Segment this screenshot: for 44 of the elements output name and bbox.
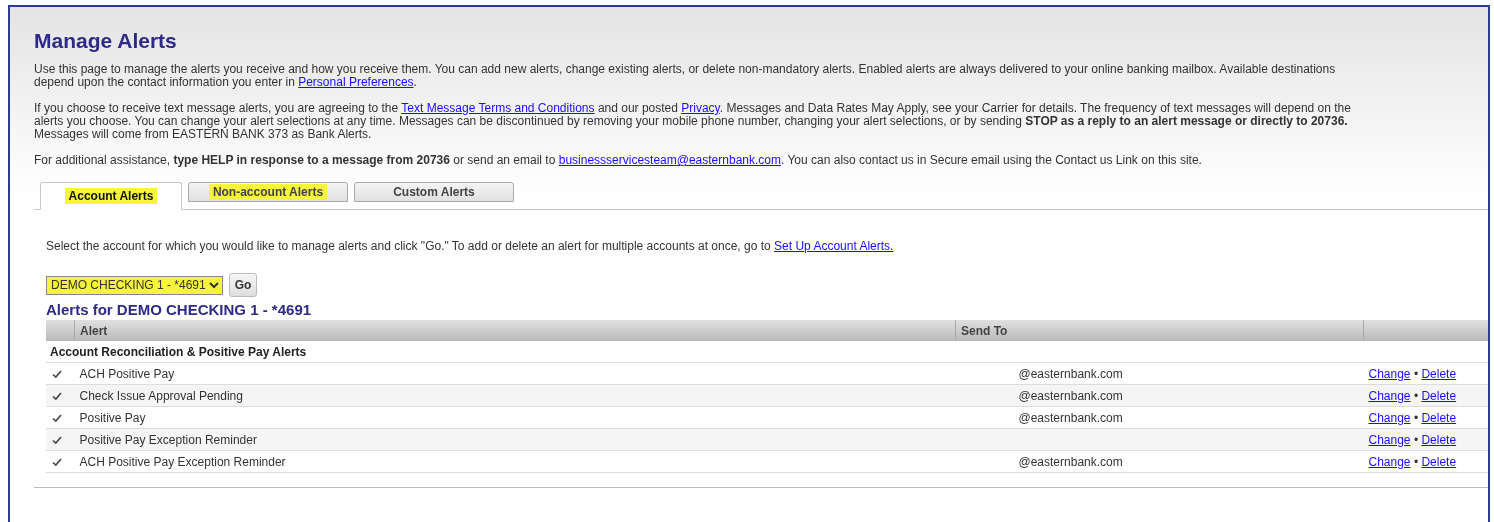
group-label: Account Reconciliation & Positive Pay Alerts <box>46 341 1488 363</box>
table-cell: Positive Pay Exception Reminder <box>74 428 956 451</box>
go-button[interactable]: Go <box>229 273 257 297</box>
column-header: Send To <box>955 320 1364 341</box>
text-link[interactable]: Privacy <box>681 101 720 115</box>
table-cell-text: @easternbank.com <box>1017 410 1123 425</box>
text-link[interactable]: Text Message Terms and Conditions <box>401 101 595 115</box>
table-cell-text: @easternbank.com <box>1017 366 1123 381</box>
table-cell-text: @easternbank.com <box>1017 388 1123 403</box>
intro-paragraph: If you choose to receive text message alerts, you are agreeing to the Text Message Terms and Conditions and our posted Privacy. Messages and Data Rates May Apply, see your Carrier for details. The frequency of text messages will depend on the alerts you choose. You can change your alert selections at any time. Messages can be discontinued by removing your mobile phone number, changing your alert selections, or by sending STOP as a reply to an alert message or directly to 20736. Messages will come from EASTERN BANK 373 as Bank Alerts. <box>34 102 1352 141</box>
column-header: Alert <box>74 320 956 341</box>
delete-link[interactable]: Delete <box>1421 388 1457 403</box>
intro-paragraph: Use this page to manage the alerts you receive and how you receive them. You can add new alerts, change existing alerts, or delete non-mandatory alerts. Enabled alerts are always delivered to your online banking mailbox. Available destinations depend upon the contact information you enter in Personal Preferences. <box>34 63 1337 89</box>
separator-dot: • <box>1413 388 1419 403</box>
text-link[interactable]: Personal Preferences <box>298 75 414 89</box>
table-cell: ACH Positive Pay <box>74 362 956 385</box>
separator-dot: • <box>1413 366 1419 381</box>
change-link[interactable]: Change <box>1368 410 1411 425</box>
table-cell: ACH Positive Pay Exception Reminder <box>74 450 956 473</box>
alerts-heading: Alerts for DEMO CHECKING 1 - *4691 <box>46 301 313 318</box>
delete-link[interactable]: Delete <box>1421 432 1457 447</box>
change-link[interactable]: Change <box>1368 366 1411 381</box>
tab[interactable]: Account Alerts <box>40 182 182 210</box>
tab[interactable]: Non-account Alerts <box>188 182 348 202</box>
text-link[interactable]: Set Up Account Alerts. <box>774 239 894 253</box>
change-link[interactable]: Change <box>1368 388 1411 403</box>
change-link[interactable]: Change <box>1368 454 1411 469</box>
delete-link[interactable]: Delete <box>1421 410 1457 425</box>
header-cell <box>46 320 75 341</box>
table-cell: Positive Pay <box>74 406 956 429</box>
intro-paragraph: For additional assistance, type HELP in response to a message from 20736 or send an email to businessservicesteam@easternbank.com. You can also contact us in Secure email using the Contact us Link on this site. <box>34 154 1203 167</box>
text-link[interactable]: businessservicesteam@easternbank.com <box>558 153 781 167</box>
separator-dot: • <box>1413 454 1419 469</box>
separator-dot: • <box>1413 432 1419 447</box>
table-cell: Check Issue Approval Pending <box>74 384 956 407</box>
table-cell-text: @easternbank.com <box>1017 454 1123 469</box>
delete-link[interactable]: Delete <box>1421 454 1457 469</box>
account-select[interactable]: DEMO CHECKING 1 - *4691 <box>46 275 223 295</box>
instruction-text: Select the account for which you would like to manage alerts and click "Go." To add or delete an alert for multiple accounts at once, go to Set Up Account Alerts. <box>46 240 895 253</box>
change-link[interactable]: Change <box>1368 432 1411 447</box>
delete-link[interactable]: Delete <box>1421 366 1457 381</box>
separator-dot: • <box>1413 410 1419 425</box>
tab[interactable]: Custom Alerts <box>354 182 514 202</box>
page-title: Manage Alerts <box>34 29 178 53</box>
